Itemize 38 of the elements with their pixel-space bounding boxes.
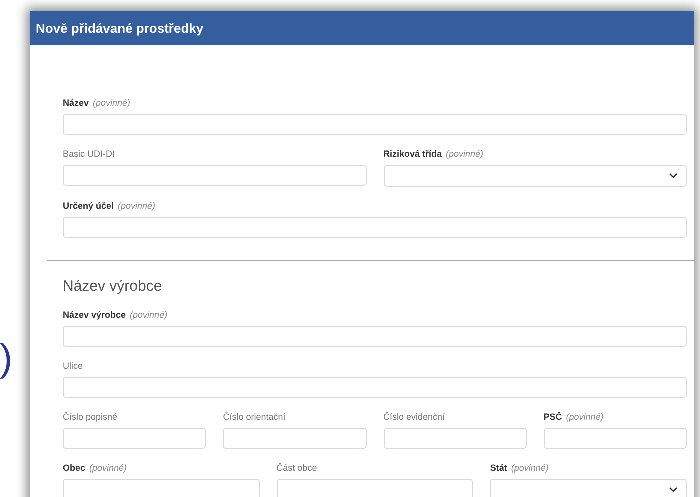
input-field[interactable] — [63, 217, 687, 238]
field-label: Číslo orientační — [223, 412, 286, 422]
input-field[interactable] — [63, 326, 687, 347]
input-field[interactable] — [63, 479, 260, 497]
input-field[interactable] — [63, 165, 366, 186]
select-field[interactable] — [490, 479, 688, 497]
input-field[interactable] — [63, 377, 687, 398]
section-heading: Název výrobce — [63, 278, 164, 295]
field-label: Ulice — [63, 360, 84, 370]
required-hint: (povinné) — [93, 98, 131, 108]
field-label: Basic UDI-DI — [63, 148, 116, 158]
window-title: Nově přidávané prostředky — [36, 20, 204, 36]
chevron-down-icon — [669, 173, 678, 179]
field-label: Riziková třída — [384, 148, 442, 158]
input-field[interactable] — [384, 428, 527, 449]
required-hint: (povinné) — [511, 462, 549, 472]
field-label: Část obce — [276, 462, 318, 472]
field-label: Číslo popisné — [63, 412, 118, 422]
field-label: Číslo evidenční — [384, 412, 446, 422]
field-label: Název výrobce — [63, 310, 126, 320]
field-label: Obec — [63, 462, 86, 472]
field-label: Stát — [490, 462, 508, 472]
required-hint: (povinné) — [130, 310, 168, 320]
select-field[interactable] — [384, 165, 687, 187]
input-field[interactable] — [63, 428, 206, 449]
field-label: Název — [63, 98, 90, 108]
field-label: PSČ — [544, 412, 562, 422]
input-field[interactable] — [544, 428, 687, 449]
required-hint: (povinné) — [566, 412, 604, 422]
chevron-down-icon — [669, 487, 678, 493]
input-field[interactable] — [276, 479, 474, 497]
input-field[interactable] — [223, 428, 366, 449]
parenthesis-text: ) — [0, 338, 13, 380]
required-hint: (povinné) — [90, 462, 128, 472]
required-hint: (povinné) — [446, 148, 484, 158]
input-field[interactable] — [63, 114, 687, 135]
field-label: Určený účel — [63, 200, 114, 210]
required-hint: (povinné) — [118, 200, 156, 210]
